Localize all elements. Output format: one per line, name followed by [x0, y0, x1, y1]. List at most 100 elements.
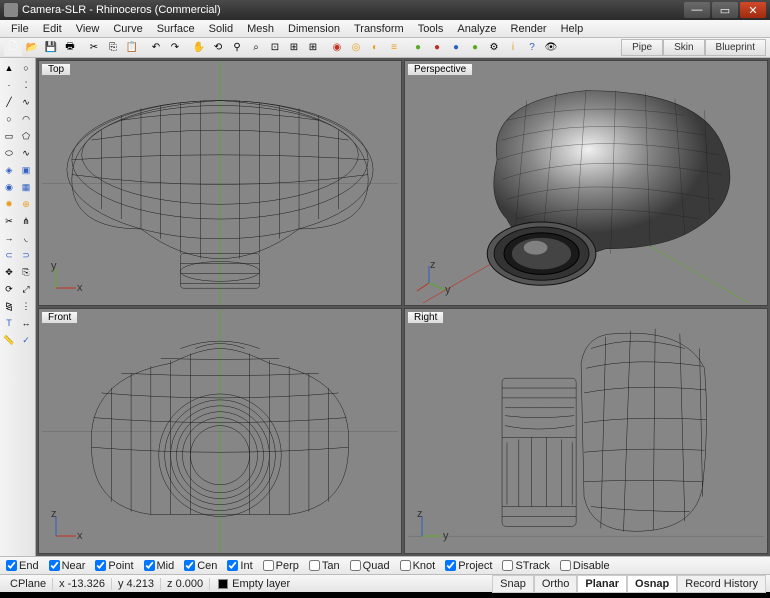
properties-icon[interactable]: i	[504, 39, 522, 56]
tab-skin[interactable]: Skin	[663, 39, 704, 56]
tab-pipe[interactable]: Pipe	[621, 39, 663, 56]
dimension-icon[interactable]: ↔	[18, 315, 34, 331]
pointer-icon[interactable]: ▲	[1, 60, 17, 76]
join-icon[interactable]: ⊕	[18, 196, 34, 212]
ellipse-icon[interactable]: ⬭	[1, 145, 17, 161]
cut-icon[interactable]: ✂	[85, 39, 103, 56]
toggle-record-history[interactable]: Record History	[677, 575, 766, 593]
rectangle-icon[interactable]: ▭	[1, 128, 17, 144]
osnap-end[interactable]: End	[6, 560, 39, 572]
pipe-icon[interactable]: ⊃	[18, 247, 34, 263]
maximize-button[interactable]: ▭	[712, 2, 738, 18]
named-view-icon[interactable]: ◐	[366, 39, 384, 56]
zoom-window-icon[interactable]: ⌕	[247, 39, 265, 56]
print-icon[interactable]: 🖶	[61, 39, 79, 56]
menu-view[interactable]: View	[69, 22, 107, 36]
surface-icon[interactable]: ◈	[1, 162, 17, 178]
zoom-selected-icon[interactable]: ⊞	[285, 39, 303, 56]
menu-analyze[interactable]: Analyze	[450, 22, 503, 36]
osnap-perp[interactable]: Perp	[263, 560, 299, 572]
osnap-point[interactable]: Point	[95, 560, 133, 572]
viewport-perspective[interactable]: Perspective	[404, 60, 768, 306]
osnap-mid[interactable]: Mid	[144, 560, 175, 572]
mesh-icon[interactable]: ▦	[18, 179, 34, 195]
menu-help[interactable]: Help	[554, 22, 591, 36]
zoom-icon[interactable]: ⚲	[228, 39, 246, 56]
status-cplane[interactable]: CPlane	[4, 578, 53, 590]
open-icon[interactable]: 📂	[23, 39, 41, 56]
menu-dimension[interactable]: Dimension	[281, 22, 347, 36]
osnap-knot[interactable]: Knot	[400, 560, 436, 572]
polyline-icon[interactable]: ∿	[18, 94, 34, 110]
flamingo-icon[interactable]: ●	[466, 39, 484, 56]
minimize-button[interactable]: —	[684, 2, 710, 18]
polygon-icon[interactable]: ⬠	[18, 128, 34, 144]
circle-icon[interactable]: ○	[1, 111, 17, 127]
viewport-right-label[interactable]: Right	[407, 311, 444, 324]
menu-surface[interactable]: Surface	[150, 22, 202, 36]
options-icon[interactable]: ⚙	[485, 39, 503, 56]
redo-icon[interactable]: ↷	[166, 39, 184, 56]
array-icon[interactable]: ⋮	[18, 298, 34, 314]
status-layer[interactable]: Empty layer	[210, 578, 298, 590]
line-icon[interactable]: ╱	[1, 94, 17, 110]
toggle-planar[interactable]: Planar	[577, 575, 627, 593]
analyze-icon[interactable]: ✓	[18, 332, 34, 348]
fillet-icon[interactable]: ◟	[18, 230, 34, 246]
menu-file[interactable]: File	[4, 22, 36, 36]
osnap-near[interactable]: Near	[49, 560, 86, 572]
named-cplane-icon[interactable]: ◎	[347, 39, 365, 56]
menu-mesh[interactable]: Mesh	[240, 22, 281, 36]
box-icon[interactable]: ▣	[18, 162, 34, 178]
curve-icon[interactable]: ∿	[18, 145, 34, 161]
move-icon[interactable]: ✥	[1, 264, 17, 280]
help-icon[interactable]: ?	[523, 39, 541, 56]
render-icon[interactable]: ●	[428, 39, 446, 56]
set-cplane-icon[interactable]: ◉	[328, 39, 346, 56]
four-view-icon[interactable]: ⊞	[304, 39, 322, 56]
copy-icon[interactable]: ⎘	[104, 39, 122, 56]
explode-icon[interactable]: ✸	[1, 196, 17, 212]
rotate-icon[interactable]: ⟳	[1, 281, 17, 297]
menu-solid[interactable]: Solid	[202, 22, 240, 36]
extend-icon[interactable]: →	[1, 230, 17, 246]
lasso-icon[interactable]: ○	[18, 60, 34, 76]
new-icon[interactable]: 🗋	[4, 39, 22, 56]
osnap-quad[interactable]: Quad	[350, 560, 390, 572]
text-icon[interactable]: T	[1, 315, 17, 331]
copy-tool-icon[interactable]: ⎘	[18, 264, 34, 280]
mirror-icon[interactable]: ⧎	[1, 298, 17, 314]
zoom-extents-icon[interactable]: ⊡	[266, 39, 284, 56]
split-icon[interactable]: ⋔	[18, 213, 34, 229]
point-icon[interactable]: ·	[1, 77, 17, 93]
rotate-view-icon[interactable]: ⟲	[209, 39, 227, 56]
toggle-ortho[interactable]: Ortho	[534, 575, 578, 593]
menu-tools[interactable]: Tools	[411, 22, 451, 36]
toggle-osnap[interactable]: Osnap	[627, 575, 677, 593]
viewport-front[interactable]: Front xz	[38, 308, 402, 554]
solid-icon[interactable]: ◉	[1, 179, 17, 195]
viewport-perspective-label[interactable]: Perspective	[407, 63, 473, 76]
render-preview-icon[interactable]: ●	[447, 39, 465, 56]
save-icon[interactable]: 💾	[42, 39, 60, 56]
osnap-cen[interactable]: Cen	[184, 560, 217, 572]
viewport-top-label[interactable]: Top	[41, 63, 71, 76]
tab-blueprint[interactable]: Blueprint	[705, 39, 766, 56]
viewport-top[interactable]: Top xy	[38, 60, 402, 306]
close-button[interactable]: ✕	[740, 2, 766, 18]
trim-icon[interactable]: ✂	[1, 213, 17, 229]
toggle-snap[interactable]: Snap	[492, 575, 534, 593]
hide-icon[interactable]: 👁	[542, 39, 560, 56]
menu-render[interactable]: Render	[504, 22, 554, 36]
scale-icon[interactable]: ⤢	[18, 281, 34, 297]
measure-icon[interactable]: 📏	[1, 332, 17, 348]
osnap-project[interactable]: Project	[445, 560, 492, 572]
points-icon[interactable]: ⁚	[18, 77, 34, 93]
pan-icon[interactable]: ✋	[190, 39, 208, 56]
osnap-tan[interactable]: Tan	[309, 560, 340, 572]
menu-curve[interactable]: Curve	[106, 22, 149, 36]
osnap-int[interactable]: Int	[227, 560, 252, 572]
paste-icon[interactable]: 📋	[123, 39, 141, 56]
shade-icon[interactable]: ●	[409, 39, 427, 56]
viewport-front-label[interactable]: Front	[41, 311, 78, 324]
